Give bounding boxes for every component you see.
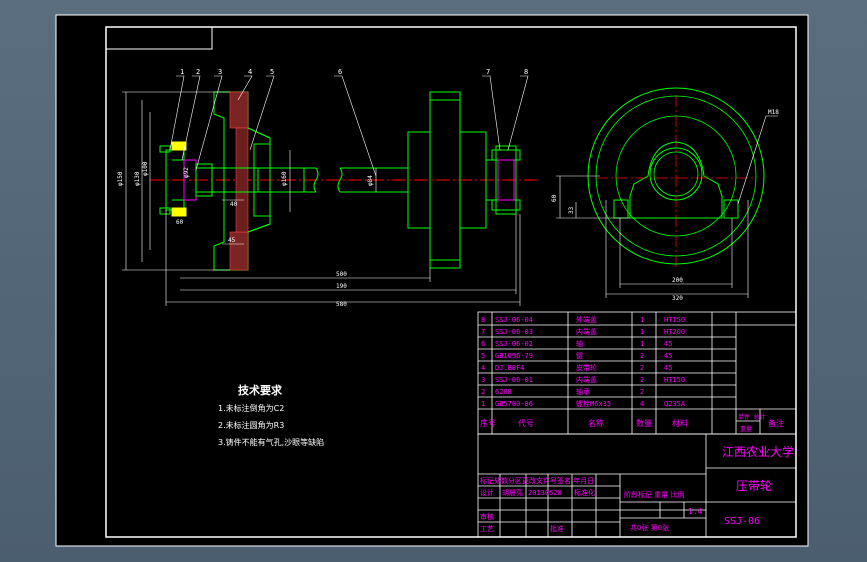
svg-text:GB5780-86: GB5780-86 xyxy=(495,400,533,408)
svg-text:HT150: HT150 xyxy=(664,316,685,324)
dim-side-33: 33 xyxy=(568,206,575,214)
dim-m18: M18 xyxy=(768,109,779,116)
dim-side-200: 200 xyxy=(672,277,683,284)
bom-header-qty: 数量 xyxy=(636,418,652,428)
dim-side-320: 320 xyxy=(672,295,683,302)
design-date: 20130520 xyxy=(528,489,562,497)
callout-6: 6 xyxy=(338,68,342,76)
callout-5: 5 xyxy=(270,68,274,76)
dim-d100: φ100 xyxy=(142,161,149,176)
drawing-number: SSJ-06 xyxy=(724,516,760,527)
svg-text:2: 2 xyxy=(640,364,644,372)
dim-d84: φ84 xyxy=(367,175,374,186)
svg-text:键: 键 xyxy=(576,351,583,360)
review-label: 审核 xyxy=(480,512,494,521)
svg-text:6: 6 xyxy=(481,340,485,348)
svg-text:2: 2 xyxy=(481,388,485,396)
svg-text:1: 1 xyxy=(640,328,644,336)
bom-header-remark: 备注 xyxy=(768,418,784,428)
school-name: 江西农业大学 xyxy=(722,444,794,459)
dim-d130: φ130 xyxy=(134,171,141,186)
callout-2: 2 xyxy=(196,68,200,76)
design-label: 设计 xyxy=(480,488,494,497)
tech-title: 技术要求 xyxy=(238,383,283,397)
tech-item-1: 1.未标注倒角为C2 xyxy=(218,403,284,413)
bom-header-weight: 单件 总计 xyxy=(738,413,766,421)
svg-text:2: 2 xyxy=(640,376,644,384)
part-name: 压带轮 xyxy=(736,479,772,493)
dim-60: 60 xyxy=(176,219,184,226)
revision-row: 标记处数分区更改文件号签名 年月日 xyxy=(480,476,594,485)
svg-text:6208: 6208 xyxy=(495,388,512,396)
svg-text:轴: 轴 xyxy=(576,339,583,348)
svg-text:3: 3 xyxy=(481,376,485,384)
cad-viewport: 1 2 3 4 5 6 7 8 φ150 φ130 φ100 φ92 φ160 … xyxy=(0,0,867,562)
standard-label: 标准化 xyxy=(574,488,595,497)
svg-text:4: 4 xyxy=(481,364,485,372)
callout-1: 1 xyxy=(180,68,184,76)
tech-item-3: 3.铸件不能有气孔,沙眼等缺陷 xyxy=(218,437,324,447)
svg-text:SSJ-06-01: SSJ-06-01 xyxy=(495,376,533,384)
dim-d160: φ160 xyxy=(281,171,288,186)
callout-7: 7 xyxy=(486,68,490,76)
stage-labels: 阶段标记 重量 比例 xyxy=(624,490,684,499)
svg-text:内端盖: 内端盖 xyxy=(576,375,597,384)
svg-text:Q235A: Q235A xyxy=(664,400,686,408)
svg-text:7: 7 xyxy=(481,328,485,336)
assembly-drawing: 1 2 3 4 5 6 7 8 φ150 φ130 φ100 φ92 φ160 … xyxy=(55,14,809,547)
svg-text:45: 45 xyxy=(664,352,672,360)
dim-500: 500 xyxy=(336,271,347,278)
svg-text:45: 45 xyxy=(664,364,672,372)
svg-text:SSJ-06-03: SSJ-06-03 xyxy=(495,328,533,336)
svg-text:1: 1 xyxy=(640,316,644,324)
dim-190: 190 xyxy=(336,283,347,290)
dim-45: 45 xyxy=(228,237,236,244)
dim-580: 580 xyxy=(336,301,347,308)
sheet-count: 共0张 第0张 xyxy=(630,523,669,532)
svg-text:1: 1 xyxy=(481,400,485,408)
designer-name: 胡晨亮 xyxy=(502,488,523,497)
tech-item-2: 2.未标注圆角为R3 xyxy=(218,420,284,430)
bom-header-code: 代号 xyxy=(518,418,534,428)
svg-text:内端盖: 内端盖 xyxy=(576,327,597,336)
approve-label: 批准 xyxy=(550,524,564,533)
svg-text:GB1096-79: GB1096-79 xyxy=(495,352,533,360)
svg-text:外端盖: 外端盖 xyxy=(576,315,597,324)
svg-text:HT150: HT150 xyxy=(664,376,685,384)
callout-3: 3 xyxy=(218,68,222,76)
svg-text:2: 2 xyxy=(640,352,644,360)
bom-header-material: 材料 xyxy=(672,418,688,428)
dim-40: 40 xyxy=(230,201,238,208)
svg-text:5: 5 xyxy=(481,352,485,360)
bom-row: 4 DJ.B8F4 皮带轮 2 45 xyxy=(481,363,672,372)
svg-text:SSJ-06-04: SSJ-06-04 xyxy=(495,316,533,324)
svg-text:8: 8 xyxy=(481,316,485,324)
dim-d150: φ150 xyxy=(117,171,124,186)
dim-side-60: 60 xyxy=(551,194,558,202)
svg-text:螺栓M6x35: 螺栓M6x35 xyxy=(576,399,611,408)
svg-text:45: 45 xyxy=(664,340,672,348)
svg-text:1: 1 xyxy=(640,340,644,348)
svg-text:皮带轮: 皮带轮 xyxy=(576,363,597,372)
bom-header-no: 序号 xyxy=(480,418,496,428)
svg-text:2: 2 xyxy=(640,388,644,396)
bom-row: 6 SSJ-06-02 轴 1 45 xyxy=(481,339,672,348)
callout-8: 8 xyxy=(524,68,528,76)
callout-4: 4 xyxy=(248,68,252,76)
drawing-sheet xyxy=(56,15,808,546)
svg-text:轴承: 轴承 xyxy=(576,387,590,396)
svg-text:HT200: HT200 xyxy=(664,328,685,336)
bom-header-weight2: 重量 xyxy=(740,425,752,433)
svg-text:SSJ-06-02: SSJ-06-02 xyxy=(495,340,533,348)
svg-text:DJ.B8F4: DJ.B8F4 xyxy=(495,364,525,372)
bom-header-name: 名称 xyxy=(588,418,604,428)
bom-row: 5 GB1096-79 键 2 45 xyxy=(481,351,672,360)
dim-d92: φ92 xyxy=(183,167,190,178)
process-label: 工艺 xyxy=(480,525,494,533)
scale-value: 1:4 xyxy=(688,507,703,516)
svg-text:4: 4 xyxy=(640,400,644,408)
